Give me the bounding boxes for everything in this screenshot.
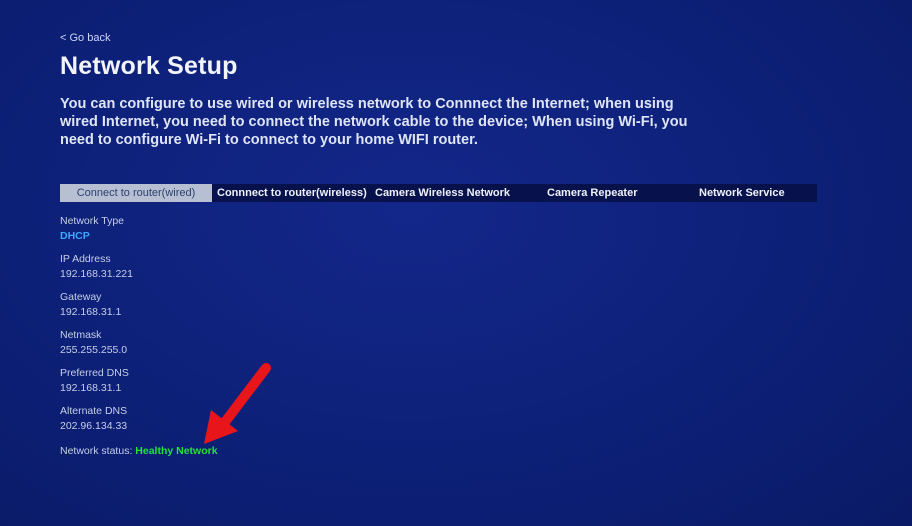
network-status-label: Network status: bbox=[60, 445, 133, 457]
network-info-list: Network Type DHCP IP Address 192.168.31.… bbox=[60, 214, 133, 442]
page-title: Network Setup bbox=[60, 52, 238, 80]
info-preferred-dns: Preferred DNS 192.168.31.1 bbox=[60, 366, 133, 404]
tab-wired-router[interactable]: Connect to router(wired) bbox=[60, 184, 212, 202]
tab-wireless-router[interactable]: Connnect to router(wireless) bbox=[212, 184, 370, 202]
alternate-dns-value: 202.96.134.33 bbox=[60, 420, 128, 432]
tab-network-service[interactable]: Network Service bbox=[694, 184, 817, 202]
gateway-value: 192.168.31.1 bbox=[60, 306, 122, 318]
gateway-label: Gateway bbox=[60, 291, 102, 303]
info-ip-address: IP Address 192.168.31.221 bbox=[60, 252, 133, 290]
netmask-label: Netmask bbox=[60, 329, 102, 341]
ip-address-label: IP Address bbox=[60, 253, 111, 265]
network-tab-bar: Connect to router(wired) Connnect to rou… bbox=[60, 184, 817, 202]
red-arrow-icon bbox=[204, 363, 271, 444]
network-setup-screen: < Go back Network Setup You can configur… bbox=[0, 0, 912, 526]
network-type-label: Network Type bbox=[60, 215, 124, 227]
netmask-value: 255.255.255.0 bbox=[60, 344, 128, 356]
page-description: You can configure to use wired or wirele… bbox=[60, 96, 688, 147]
info-network-type: Network Type DHCP bbox=[60, 214, 133, 252]
info-alternate-dns: Alternate DNS 202.96.134.33 bbox=[60, 404, 133, 442]
ip-address-value: 192.168.31.221 bbox=[60, 268, 133, 280]
network-status: Network status: Healthy Network bbox=[60, 445, 218, 457]
tab-camera-repeater[interactable]: Camera Repeater bbox=[542, 184, 694, 202]
network-type-value: DHCP bbox=[60, 230, 90, 242]
info-gateway: Gateway 192.168.31.1 bbox=[60, 290, 133, 328]
info-netmask: Netmask 255.255.255.0 bbox=[60, 328, 133, 366]
preferred-dns-value: 192.168.31.1 bbox=[60, 382, 122, 394]
preferred-dns-label: Preferred DNS bbox=[60, 367, 129, 379]
tab-camera-wireless-network[interactable]: Camera Wireless Network bbox=[370, 184, 542, 202]
go-back-link[interactable]: < Go back bbox=[60, 32, 110, 44]
alternate-dns-label: Alternate DNS bbox=[60, 405, 128, 417]
